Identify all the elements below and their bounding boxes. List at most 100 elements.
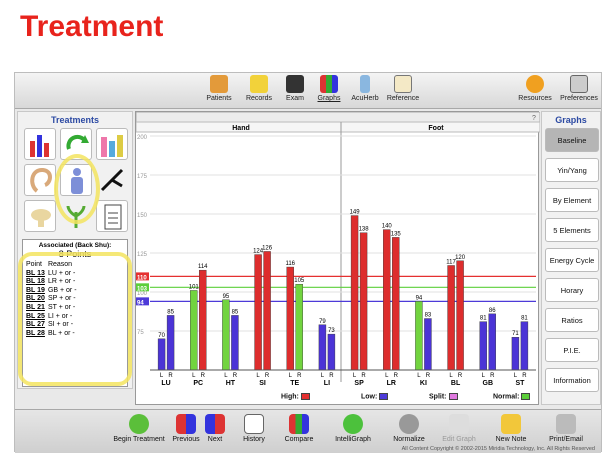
bar-value-label: 81: [480, 316, 487, 322]
bar-value-label: 101: [189, 284, 200, 290]
edit-graph-icon: [449, 414, 469, 434]
bar-value-label: 86: [489, 308, 496, 314]
meridian-label: TE: [290, 380, 299, 387]
bar: [166, 315, 175, 371]
graph-pie-button[interactable]: P.I.E.: [545, 338, 599, 362]
y-tick-label: 175: [137, 174, 148, 180]
side-label: R: [168, 373, 173, 379]
bottom-toolbar: Begin Treatment Previous Next History Co…: [15, 409, 601, 453]
side-label: L: [417, 373, 421, 379]
records-icon: [250, 75, 268, 93]
intelligraph-button[interactable]: IntelliGraph: [333, 414, 373, 443]
side-label: L: [385, 373, 389, 379]
bar: [222, 299, 230, 371]
bar-value-label: 81: [521, 316, 528, 322]
slide-title: Treatment: [20, 10, 164, 43]
treatment-icon: [129, 414, 149, 434]
branch-arrow-icon: [100, 168, 124, 192]
side-label: R: [426, 373, 431, 379]
meridian-label: BL: [451, 380, 461, 387]
normalize-button[interactable]: Normalize: [387, 414, 431, 443]
chart-header-bar: [135, 111, 541, 123]
graph-horary-button[interactable]: Horary: [545, 278, 599, 302]
bar: [359, 232, 368, 371]
bar: [479, 321, 487, 371]
side-label: L: [514, 373, 518, 379]
patients-icon: [210, 75, 228, 93]
bar: [254, 254, 262, 371]
side-label: L: [482, 373, 486, 379]
next-button[interactable]: Next: [201, 414, 229, 443]
compare-button[interactable]: Compare: [279, 414, 319, 443]
meridian-label: ST: [515, 380, 525, 387]
exam-icon: [286, 75, 304, 93]
compare-icon: [289, 414, 309, 434]
bar-value-label: 126: [262, 245, 273, 251]
history-button[interactable]: History: [237, 414, 271, 443]
bar-value-label: 120: [455, 255, 466, 261]
bar: [190, 290, 198, 371]
meridian-label: GB: [483, 380, 494, 387]
graphs-panel: Graphs Baseline Yin/Yang By Element 5 El…: [541, 111, 601, 405]
bar: [447, 265, 455, 371]
acuherb-button[interactable]: AcuHerb: [345, 75, 385, 102]
bar: [157, 338, 166, 371]
history-icon: [244, 414, 264, 434]
legend-split-swatch: [448, 393, 458, 400]
legend-split: Split:: [429, 393, 458, 400]
bar-value-label: 116: [285, 261, 295, 267]
note-tile[interactable]: [96, 200, 128, 232]
begin-treatment-button[interactable]: Begin Treatment: [109, 414, 169, 443]
multi-bar-tile[interactable]: [96, 128, 128, 160]
reference-icon: [394, 75, 412, 93]
side-label: R: [265, 373, 270, 379]
previous-button[interactable]: Previous: [169, 414, 203, 443]
graph-information-button[interactable]: Information: [545, 368, 599, 392]
print-email-button[interactable]: Print/Email: [543, 414, 589, 443]
help-mark: ?: [532, 115, 536, 122]
graphs-button[interactable]: Graphs: [309, 75, 349, 102]
reference-button[interactable]: Reference: [383, 75, 423, 102]
graph-by-element-button[interactable]: By Element: [545, 188, 599, 212]
side-label: R: [201, 373, 206, 379]
graph-baseline-button[interactable]: Baseline: [545, 128, 599, 152]
legend-low: Low:: [361, 393, 389, 400]
meridian-chart: ?Hand Foot200175150125100751101039470L85R…: [135, 111, 541, 387]
spine-tile[interactable]: [24, 200, 56, 232]
graph-yinyang-button[interactable]: Yin/Yang: [545, 158, 599, 182]
reference-value-mid: 103: [137, 286, 148, 292]
bar: [424, 318, 432, 371]
side-label: L: [449, 373, 453, 379]
bar: [392, 237, 400, 371]
section-label-hand: Hand: [232, 125, 250, 132]
graph-5-elements-button[interactable]: 5 Elements: [545, 218, 599, 242]
graph-energy-cycle-button[interactable]: Energy Cycle: [545, 248, 599, 272]
patients-button[interactable]: Patients: [199, 75, 239, 102]
bar-value-label: 95: [223, 294, 230, 300]
bar-value-label: 73: [328, 328, 335, 334]
multi-bar-icon: [101, 135, 123, 157]
new-note-button[interactable]: New Note: [491, 414, 531, 443]
records-button[interactable]: Records: [239, 75, 279, 102]
side-label: L: [224, 373, 228, 379]
bar-value-label: 149: [350, 210, 361, 216]
preferences-button[interactable]: Preferences: [559, 75, 599, 102]
bar-chart-tile[interactable]: [24, 128, 56, 160]
side-label: L: [160, 373, 164, 379]
document-icon: [104, 204, 122, 230]
side-label: L: [289, 373, 293, 379]
edit-graph-button[interactable]: Edit Graph: [439, 414, 479, 443]
side-label: R: [458, 373, 463, 379]
ear-tile[interactable]: [24, 164, 56, 196]
meridian-label: KI: [420, 380, 427, 387]
y-tick-label: 75: [137, 330, 144, 336]
meridian-label: PC: [193, 380, 203, 387]
resources-button[interactable]: Resources: [515, 75, 555, 102]
graph-ratios-button[interactable]: Ratios: [545, 308, 599, 332]
branch-tile[interactable]: [96, 164, 128, 196]
side-label: L: [256, 373, 260, 379]
graphs-icon: [320, 75, 338, 93]
side-label: R: [490, 373, 495, 379]
bar: [350, 215, 359, 371]
meridian-label: HT: [226, 380, 236, 387]
